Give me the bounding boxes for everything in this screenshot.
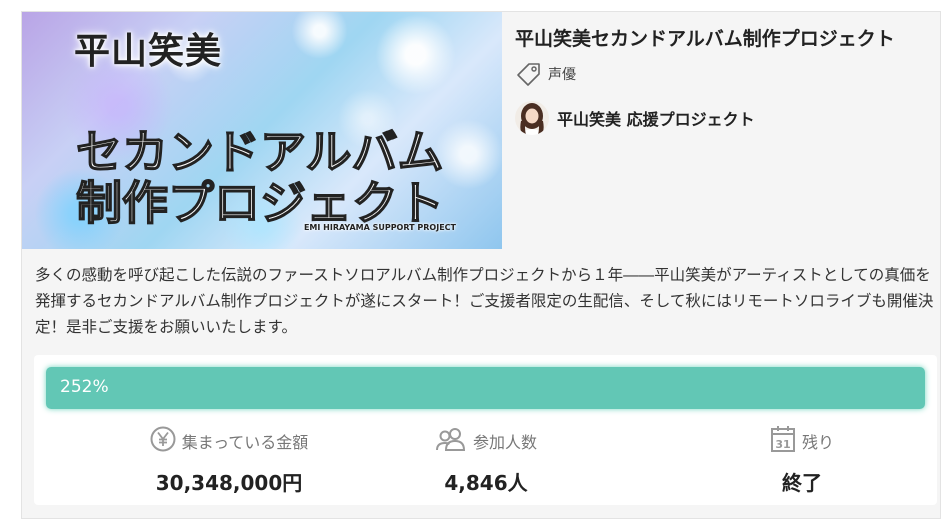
stat-remaining: 31 残り 終了 [652,425,945,496]
progress-bar: 252% [46,367,925,409]
stat-participants: 参加人数 4,846人 [336,427,636,496]
avatar [515,101,549,135]
svg-text:31: 31 [775,438,790,451]
calendar-icon: 31 [770,425,796,457]
project-description: 多くの感動を呼び起こした伝説のファーストソロアルバム制作プロジェクトから１年――… [35,266,934,336]
tag-label: 声優 [548,67,576,83]
owner-link[interactable]: 平山笑美 応援プロジェクト [515,99,755,137]
stats-panel: 252% 集まっている金額 30,348,000円 参加人数 4,846人 31… [34,355,937,505]
stat-participants-label: 参加人数 [472,433,537,452]
tag-icon [515,61,542,88]
category-tag[interactable]: 声優 [515,60,576,88]
hero-name: 平山笑美 [74,31,223,72]
owner-name: 平山笑美 応援プロジェクト [557,110,755,129]
stat-remaining-label: 残り [801,433,834,452]
hero-image[interactable]: 平山笑美 セカンドアルバム 制作プロジェクト EMI HIRAYAMA SUPP… [22,12,502,249]
progress-fill [46,367,925,409]
stat-amount-value: 30,348,000円 [155,471,303,495]
stat-participants-value: 4,846人 [444,471,528,495]
stat-amount: 集まっている金額 30,348,000円 [79,426,379,496]
project-title[interactable]: 平山笑美セカンドアルバム制作プロジェクト [515,24,895,51]
progress-percent: 252% [60,377,109,397]
stat-amount-label: 集まっている金額 [181,433,309,452]
stat-remaining-value: 終了 [782,471,822,495]
yen-icon [150,426,176,456]
hero-subtitle: EMI HIRAYAMA SUPPORT PROJECT [303,223,456,232]
people-icon [435,426,467,456]
